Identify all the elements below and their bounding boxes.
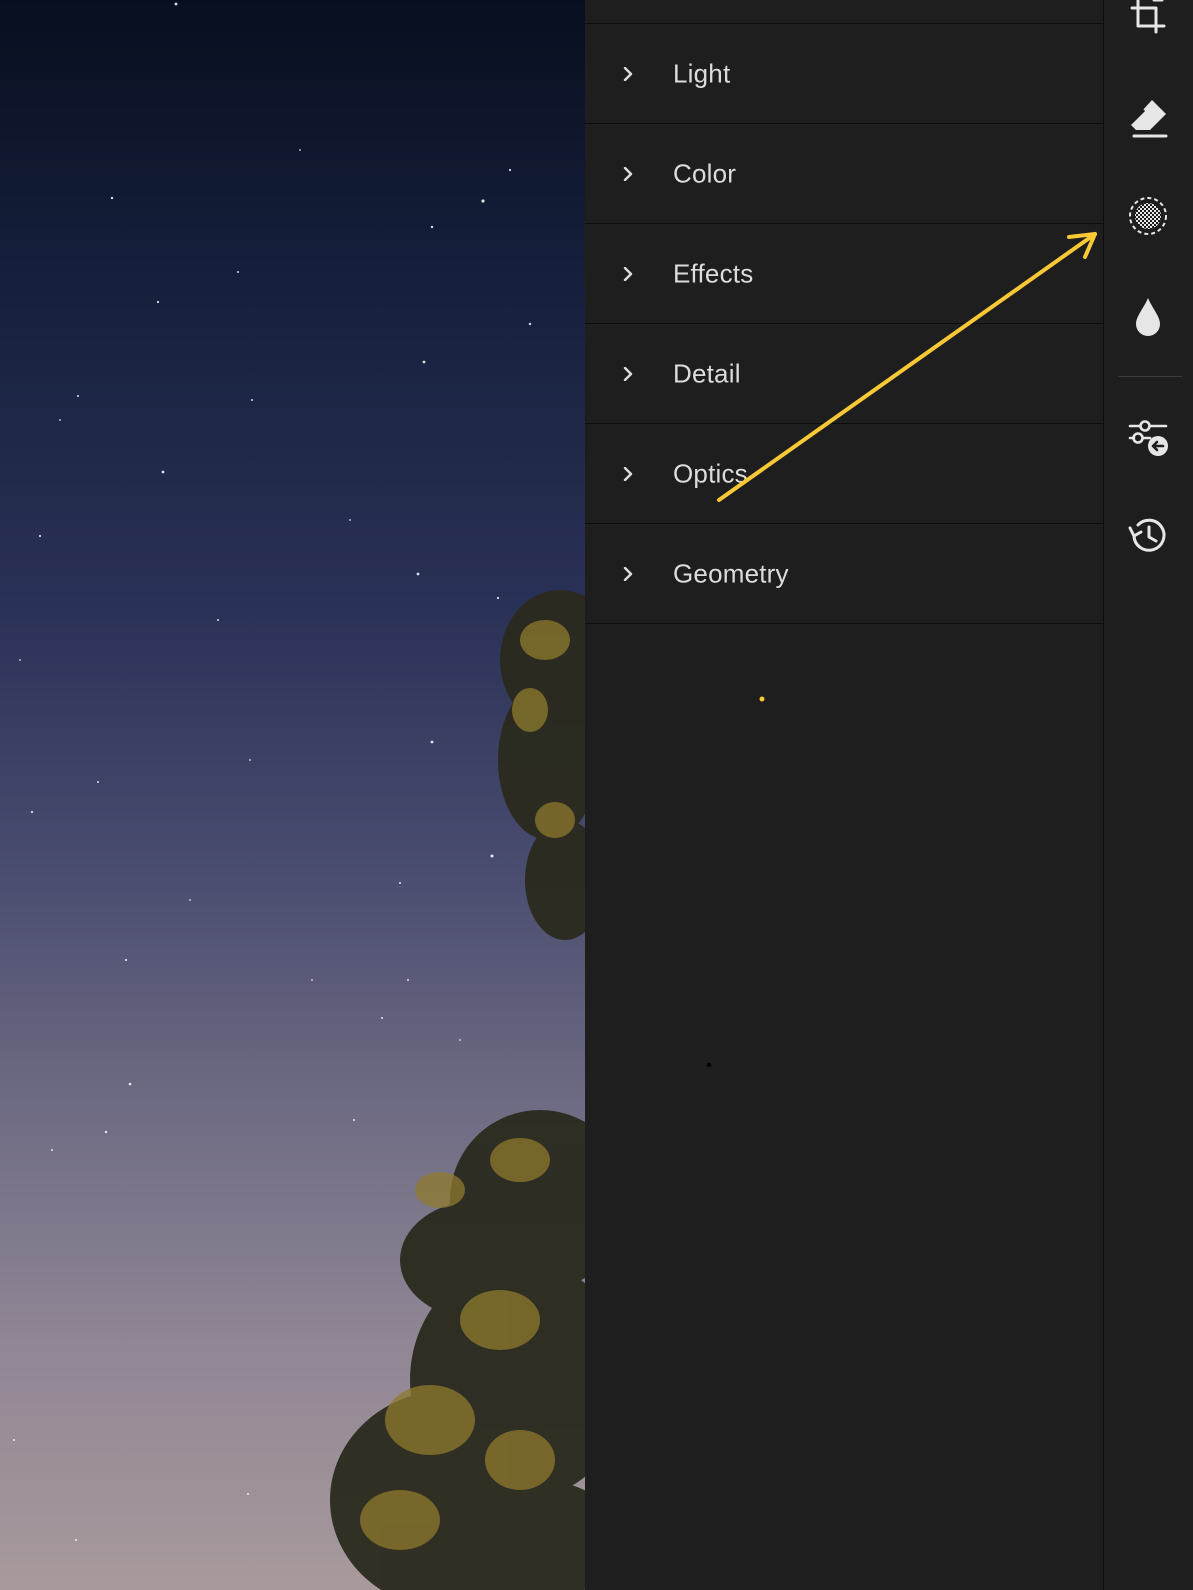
eraser-icon[interactable] [1126, 96, 1170, 140]
section-label: Detail [673, 358, 741, 388]
edit-panel: Light Color Effects Detail Optics Geomet… [585, 0, 1104, 1590]
chevron-right-icon [623, 66, 633, 81]
drop-icon[interactable] [1126, 294, 1170, 338]
history-icon[interactable] [1126, 514, 1170, 558]
section-geometry[interactable]: Geometry [585, 524, 1103, 624]
crop-icon[interactable] [1126, 0, 1170, 40]
photo-canvas [13, 2, 585, 1590]
section-optics[interactable]: Optics [585, 424, 1103, 524]
chevron-right-icon [623, 166, 633, 181]
section-label: Color [673, 158, 737, 188]
section-effects[interactable]: Effects [585, 224, 1103, 324]
presets-icon[interactable] [1126, 418, 1170, 462]
chevron-right-icon [623, 366, 633, 381]
photo-preview[interactable] [0, 0, 585, 1590]
section-label: Geometry [673, 558, 789, 588]
masking-icon[interactable] [1126, 194, 1170, 238]
chevron-right-icon [623, 266, 633, 281]
section-detail[interactable]: Detail [585, 324, 1103, 424]
section-label: Light [673, 58, 731, 88]
section-label: Optics [673, 458, 748, 488]
section-color[interactable]: Color [585, 124, 1103, 224]
panel-top-strip [585, 0, 1103, 24]
chevron-right-icon [623, 466, 633, 481]
section-label: Effects [673, 258, 754, 288]
section-light[interactable]: Light [585, 24, 1103, 124]
tool-strip [1104, 0, 1193, 1590]
toolbar-divider [1118, 376, 1182, 377]
chevron-right-icon [623, 566, 633, 581]
